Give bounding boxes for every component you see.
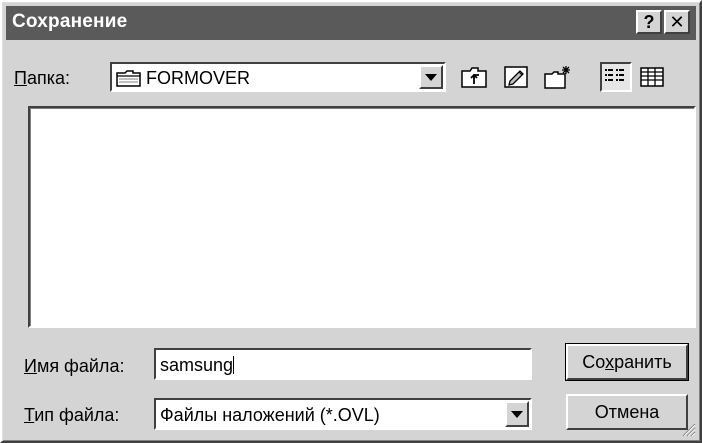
folder-icon bbox=[116, 68, 142, 93]
filename-value: samsung bbox=[160, 355, 235, 375]
folder-value: FORMOVER bbox=[146, 68, 251, 88]
filetype-value: Файлы наложений (*.OVL) bbox=[160, 405, 380, 425]
new-folder-button[interactable] bbox=[542, 62, 574, 92]
list-view-icon bbox=[604, 67, 628, 87]
desktop-button[interactable] bbox=[500, 62, 532, 92]
file-list[interactable] bbox=[28, 106, 696, 328]
up-folder-button[interactable] bbox=[458, 62, 490, 92]
filetype-combobox[interactable]: Файлы наложений (*.OVL) bbox=[154, 398, 532, 430]
folder-combobox[interactable]: FORMOVER bbox=[110, 62, 446, 92]
save-button[interactable]: Сохранить bbox=[565, 343, 689, 381]
filetype-label: Тип файла: bbox=[24, 405, 120, 425]
text-caret bbox=[233, 356, 235, 374]
filename-label: Имя файла: bbox=[24, 356, 125, 376]
help-icon: ? bbox=[643, 11, 655, 32]
folder-label: Папка: bbox=[14, 68, 70, 88]
chevron-down-icon bbox=[425, 73, 437, 81]
resize-grip-icon[interactable] bbox=[680, 421, 696, 437]
save-dialog: Сохранение ? ✕ Папка: FORMOVER Имя файла… bbox=[0, 0, 702, 443]
new-folder-icon bbox=[543, 64, 573, 90]
cancel-button-label: Отмена bbox=[594, 401, 660, 422]
details-view-button[interactable] bbox=[636, 62, 668, 92]
list-view-button[interactable] bbox=[600, 62, 632, 92]
close-icon: ✕ bbox=[669, 11, 685, 32]
cancel-button[interactable]: Отмена bbox=[566, 394, 688, 430]
folder-dropdown-button[interactable] bbox=[419, 65, 443, 89]
save-button-label: Сохранить bbox=[582, 351, 672, 372]
chevron-down-icon bbox=[511, 410, 523, 418]
folder-up-icon bbox=[460, 65, 488, 89]
title-bar[interactable]: Сохранение ? ✕ bbox=[6, 6, 696, 40]
help-button[interactable]: ? bbox=[636, 10, 662, 34]
window-title: Сохранение bbox=[12, 11, 128, 32]
filename-input[interactable]: samsung bbox=[154, 348, 532, 380]
close-button[interactable]: ✕ bbox=[664, 10, 690, 34]
desktop-icon bbox=[502, 64, 530, 90]
filetype-dropdown-button[interactable] bbox=[505, 401, 529, 427]
details-view-icon bbox=[639, 66, 665, 88]
